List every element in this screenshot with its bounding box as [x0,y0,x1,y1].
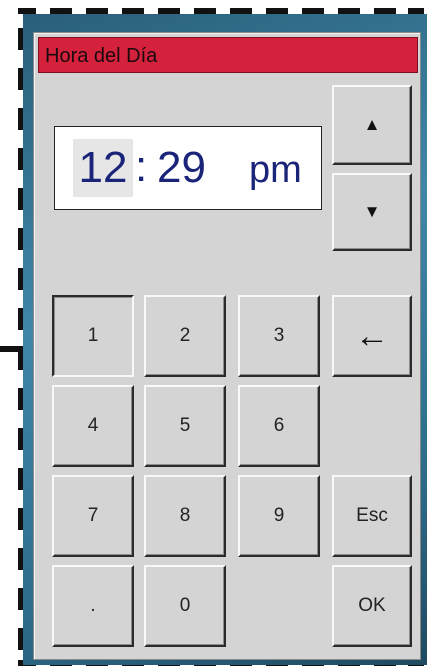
key-1[interactable]: 1 [52,295,134,377]
key-0[interactable]: 0 [144,565,226,647]
minute-field[interactable]: 29 [157,139,206,197]
hour-field[interactable]: 12 [73,139,133,197]
key-label: 7 [87,505,99,526]
key-label: 4 [87,415,99,436]
key-label: . [90,595,96,616]
key-6[interactable]: 6 [238,385,320,467]
key-8[interactable]: 8 [144,475,226,557]
decrement-button[interactable]: ▼ [332,173,412,251]
time-of-day-dialog: Hora del Día 12 : 29 pm ▲ ▼ 1 2 3 ← 4 5 … [33,32,421,660]
key-label: 9 [273,505,285,526]
key-4[interactable]: 4 [52,385,134,467]
increment-button[interactable]: ▲ [332,85,412,165]
key-label: 5 [179,415,191,436]
key-label: 8 [179,505,191,526]
key-3[interactable]: 3 [238,295,320,377]
key-label: Esc [356,505,388,526]
backspace-button[interactable]: ← [332,295,412,377]
key-2[interactable]: 2 [144,295,226,377]
time-display: 12 : 29 pm [54,126,322,210]
key-dot[interactable]: . [52,565,134,647]
key-label: 2 [179,325,191,346]
esc-button[interactable]: Esc [332,475,412,557]
arrow-up-icon: ▲ [363,115,381,134]
key-9[interactable]: 9 [238,475,320,557]
ampm-field[interactable]: pm [249,141,302,199]
ok-button[interactable]: OK [332,565,412,647]
key-7[interactable]: 7 [52,475,134,557]
key-label: OK [358,595,386,616]
key-label: 3 [273,325,285,346]
key-label: 6 [273,415,285,436]
title-bar: Hora del Día [38,37,418,73]
time-separator: : [135,142,148,191]
key-label: 1 [87,325,99,346]
key-5[interactable]: 5 [144,385,226,467]
left-arrow-icon: ← [355,317,389,355]
key-label: 0 [179,595,191,616]
arrow-down-icon: ▼ [363,202,381,221]
dialog-title: Hora del Día [45,45,158,67]
